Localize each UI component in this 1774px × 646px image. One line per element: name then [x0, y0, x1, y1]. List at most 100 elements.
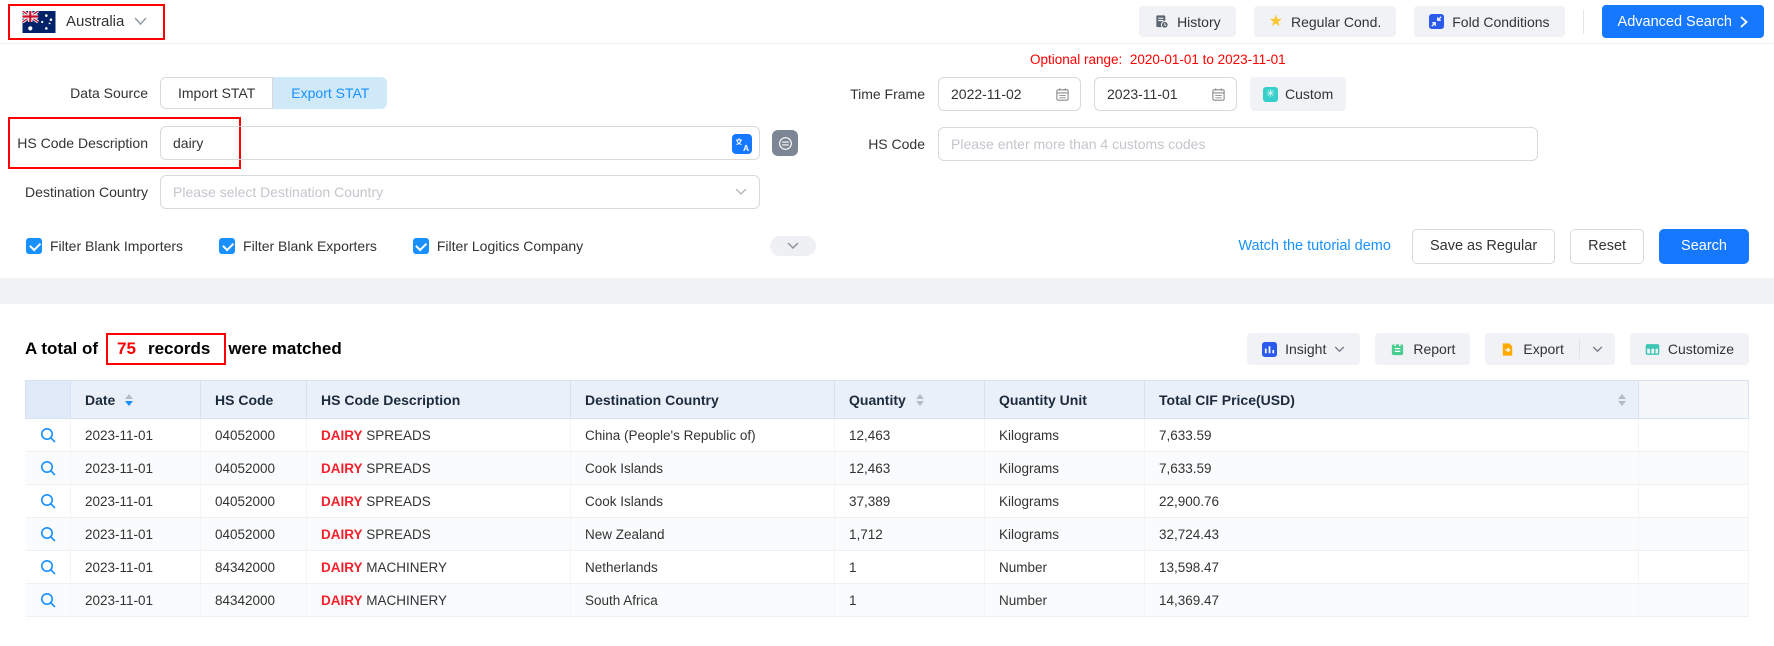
- sort-total-cif[interactable]: [1618, 394, 1626, 406]
- filter-logitics-company-checkbox[interactable]: Filter Logitics Company: [413, 238, 583, 254]
- save-as-regular-button[interactable]: Save as Regular: [1412, 229, 1555, 264]
- cell-date: 2023-11-01: [71, 551, 201, 584]
- sort-date[interactable]: [125, 394, 133, 406]
- insight-icon: [1262, 342, 1277, 357]
- hs-code-input[interactable]: [939, 128, 1537, 160]
- cell-quantity-unit: Kilograms: [985, 452, 1145, 485]
- svg-text:A: A: [743, 143, 749, 153]
- regular-cond-button[interactable]: ★ Regular Cond.: [1254, 6, 1397, 37]
- search-button[interactable]: Search: [1659, 229, 1749, 264]
- cell-hs-description: DAIRY SPREADS: [307, 419, 571, 452]
- filter-blank-importers-checkbox[interactable]: Filter Blank Importers: [26, 238, 183, 254]
- cell-quantity-unit: Kilograms: [985, 485, 1145, 518]
- cell-destination-country: South Africa: [571, 584, 835, 617]
- reset-button[interactable]: Reset: [1570, 229, 1644, 264]
- filter-logitics-company-label: Filter Logitics Company: [437, 238, 583, 254]
- history-button[interactable]: History: [1139, 6, 1236, 37]
- results-summary: A total of 75 records were matched: [25, 333, 342, 365]
- cell-destination-country: Netherlands: [571, 551, 835, 584]
- cell-total-cif-price: 14,369.47: [1145, 584, 1639, 617]
- cell-destination-country: Cook Islands: [571, 452, 835, 485]
- country-selector[interactable]: Australia: [8, 4, 165, 40]
- section-divider: [0, 278, 1774, 304]
- data-source-tabs: Import STAT Export STAT: [160, 77, 387, 109]
- results-actions: Insight Report Export Customize: [1247, 333, 1749, 365]
- cell-destination-country: New Zealand: [571, 518, 835, 551]
- cell-date: 2023-11-01: [71, 485, 201, 518]
- cell-hs-description: DAIRY SPREADS: [307, 452, 571, 485]
- keyword-highlight: DAIRY: [321, 461, 363, 476]
- report-label: Report: [1413, 341, 1455, 357]
- tutorial-demo-link[interactable]: Watch the tutorial demo: [1238, 238, 1391, 254]
- row-detail-button[interactable]: [26, 551, 71, 584]
- sort-quantity[interactable]: [916, 394, 924, 406]
- header-destination-country: Destination Country: [571, 381, 835, 419]
- cell-extra: [1639, 518, 1749, 551]
- magnifier-icon: [39, 591, 57, 609]
- table-row: 2023-11-01 84342000 DAIRY MACHINERY Neth…: [26, 551, 1749, 584]
- custom-range-button[interactable]: ✳ Custom: [1250, 77, 1346, 111]
- hs-description-input[interactable]: [161, 127, 759, 159]
- cell-hs-description: DAIRY MACHINERY: [307, 551, 571, 584]
- chevron-down-icon: [1334, 346, 1345, 353]
- export-button[interactable]: Export: [1485, 333, 1578, 365]
- insight-button[interactable]: Insight: [1247, 333, 1360, 365]
- cell-hs-code: 84342000: [201, 584, 307, 617]
- tab-export-stat[interactable]: Export STAT: [273, 77, 387, 109]
- row-detail-button[interactable]: [26, 485, 71, 518]
- row-detail-button[interactable]: [26, 584, 71, 617]
- header-hs-code: HS Code: [201, 381, 307, 419]
- header-quantity[interactable]: Quantity: [835, 381, 985, 419]
- records-word: records: [148, 339, 210, 359]
- collapse-conditions-button[interactable]: [770, 236, 816, 256]
- cell-quantity: 37,389: [835, 485, 985, 518]
- cell-extra: [1639, 584, 1749, 617]
- magnifier-icon: [39, 525, 57, 543]
- cell-hs-code: 04052000: [201, 419, 307, 452]
- magnifier-icon: [39, 426, 57, 444]
- cell-quantity: 12,463: [835, 452, 985, 485]
- cell-total-cif-price: 22,900.76: [1145, 485, 1639, 518]
- fold-conditions-label: Fold Conditions: [1452, 14, 1549, 30]
- translate-icon[interactable]: A: [732, 134, 752, 159]
- customize-button[interactable]: Customize: [1630, 333, 1749, 365]
- fold-conditions-button[interactable]: Fold Conditions: [1414, 6, 1564, 37]
- chevron-down-icon: [1592, 346, 1603, 353]
- export-dropdown-chevron[interactable]: [1580, 333, 1615, 365]
- fold-icon: [1429, 14, 1444, 29]
- report-icon: [1390, 342, 1405, 357]
- tab-import-stat[interactable]: Import STAT: [160, 77, 273, 109]
- export-icon: [1500, 342, 1515, 357]
- exact-match-icon[interactable]: [772, 130, 798, 156]
- cell-extra: [1639, 485, 1749, 518]
- magnifier-icon: [39, 459, 57, 477]
- advanced-search-button[interactable]: Advanced Search: [1602, 5, 1764, 38]
- cell-quantity: 1: [835, 551, 985, 584]
- history-icon: [1154, 14, 1169, 29]
- checkbox-checked-icon: [413, 238, 429, 254]
- keyword-highlight: DAIRY: [321, 593, 363, 608]
- cell-quantity-unit: Kilograms: [985, 419, 1145, 452]
- summary-prefix: A total of: [25, 339, 98, 359]
- chevron-down-icon: [134, 17, 147, 26]
- advanced-search-label: Advanced Search: [1618, 14, 1732, 30]
- header-date[interactable]: Date: [71, 381, 201, 419]
- table-row: 2023-11-01 04052000 DAIRY SPREADS Cook I…: [26, 485, 1749, 518]
- keyword-highlight: DAIRY: [321, 494, 363, 509]
- table-header-row: Date HS Code HS Code Description Destina…: [26, 381, 1749, 419]
- filter-blank-exporters-checkbox[interactable]: Filter Blank Exporters: [219, 238, 377, 254]
- star-icon: ★: [1269, 14, 1283, 30]
- filter-blank-exporters-label: Filter Blank Exporters: [243, 238, 377, 254]
- cell-extra: [1639, 419, 1749, 452]
- destination-country-select[interactable]: Please select Destination Country: [160, 175, 760, 209]
- cell-destination-country: China (People's Republic of): [571, 419, 835, 452]
- row-detail-button[interactable]: [26, 518, 71, 551]
- row-detail-button[interactable]: [26, 452, 71, 485]
- date-to-picker[interactable]: 2023-11-01: [1094, 77, 1237, 111]
- date-from-picker[interactable]: 2022-11-02: [938, 77, 1081, 111]
- report-button[interactable]: Report: [1375, 333, 1470, 365]
- cell-date: 2023-11-01: [71, 419, 201, 452]
- row-detail-button[interactable]: [26, 419, 71, 452]
- cell-date: 2023-11-01: [71, 584, 201, 617]
- header-total-cif-price[interactable]: Total CIF Price(USD): [1145, 381, 1639, 419]
